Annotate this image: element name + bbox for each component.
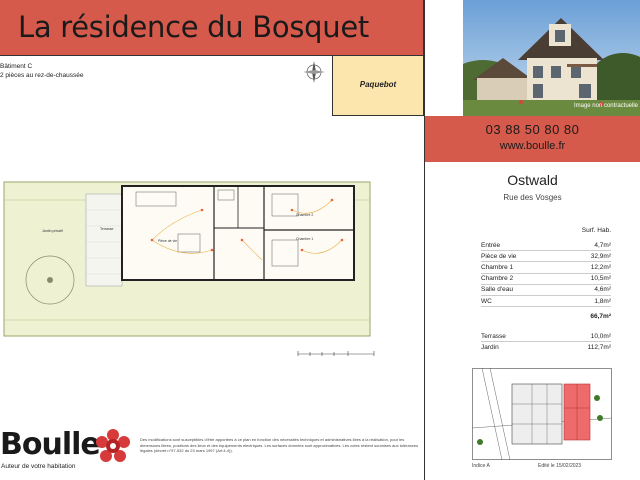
apartment-type-box: Paquebot xyxy=(332,56,424,116)
vertical-divider xyxy=(424,0,425,480)
flower-logo-icon xyxy=(96,429,130,462)
building-label: Bâtiment C xyxy=(0,63,33,70)
building-photo: Image non contractuelle xyxy=(463,0,640,116)
table-row: Salle d'eau 4,6m² xyxy=(481,285,611,296)
plan-label-terrasse: Terrasse xyxy=(100,227,113,231)
street-name: Rue des Vosges xyxy=(503,193,562,202)
footer-edit-date: Edité le 15/02/2023 xyxy=(538,463,582,469)
city-name: Ostwald xyxy=(507,172,558,188)
surface-table: Surf. Hab. Entrée 4,7m² Pièce de vie 32,9m… xyxy=(481,227,611,354)
table-row: Jardin 112,7m² xyxy=(481,344,611,352)
surface-header: Surf. Hab. xyxy=(581,227,611,234)
building-info: Bâtiment C 2 pièces au rez-de-chaussée xyxy=(0,62,83,80)
unit-description: 2 pièces au rez-de-chaussée xyxy=(0,72,84,79)
plan-label-chambre1: Chambre 1 xyxy=(296,237,313,241)
brand-tagline: Auteur de votre habitation xyxy=(1,463,76,470)
plan-label-chambre2: Chambre 2 xyxy=(296,213,313,217)
table-row: Pièce de vie 32,9m² xyxy=(481,251,611,263)
photo-caption: Image non contractuelle xyxy=(573,103,638,109)
plan-label-jardin: Jardin privatif xyxy=(42,229,63,233)
plan-label-piece-de-vie: Pièce de vie xyxy=(158,239,177,243)
table-row: Entrée 4,7m² xyxy=(481,240,611,252)
brand-name: Boulle xyxy=(0,427,101,462)
compass-icon xyxy=(303,61,325,83)
table-row: WC 1,8m² xyxy=(481,296,611,308)
legal-notice: Des modifications sont susceptibles d'êt… xyxy=(140,437,419,453)
phone-number[interactable]: 03 88 50 80 80 xyxy=(425,122,640,137)
table-row: Chambre 1 12,2m² xyxy=(481,262,611,274)
footer-index: Indice A xyxy=(472,463,490,469)
brand-block: Boulle Auteur de votre habitation xyxy=(0,425,135,475)
table-row: Chambre 2 10,5m² xyxy=(481,274,611,285)
apartment-type: Paquebot xyxy=(359,80,397,89)
table-row: Terrasse 10,0m² xyxy=(481,331,611,343)
website-link[interactable]: www.boulle.fr xyxy=(425,140,640,152)
surface-total: 66,7m² xyxy=(590,312,611,320)
scale-bar xyxy=(297,351,375,356)
title-banner: La résidence du Bosquet xyxy=(0,0,424,56)
floor-plan: Terrasse Jardin privatif Pièce de vie Ch… xyxy=(3,181,371,337)
site-location-plan xyxy=(472,368,612,460)
contact-banner: 03 88 50 80 80 www.boulle.fr xyxy=(425,116,640,162)
page-title: La résidence du Bosquet xyxy=(18,10,369,44)
